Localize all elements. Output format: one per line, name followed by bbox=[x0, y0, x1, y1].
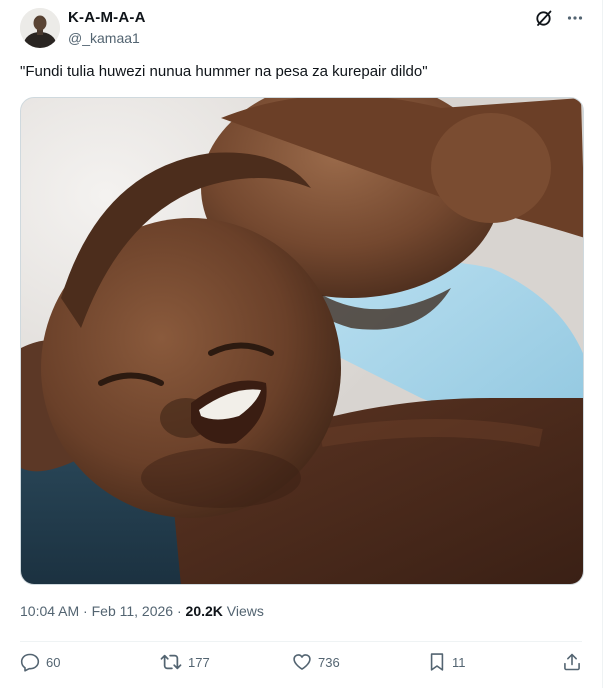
share-icon bbox=[564, 653, 580, 671]
reply-count: 60 bbox=[46, 654, 61, 670]
header-actions bbox=[534, 8, 584, 28]
meta-separator: · bbox=[176, 603, 182, 619]
divider bbox=[20, 641, 582, 642]
tweet-card: K-A-M-A-A @_kamaa1 "Fundi tulia huwezi n… bbox=[0, 0, 603, 688]
heart-icon bbox=[293, 654, 311, 670]
avatar-photo-icon bbox=[20, 8, 60, 48]
like-count: 736 bbox=[318, 654, 340, 670]
display-name[interactable]: K-A-M-A-A bbox=[68, 9, 146, 26]
repost-icon bbox=[160, 654, 182, 670]
tweet-header: K-A-M-A-A @_kamaa1 bbox=[20, 8, 584, 48]
grok-icon[interactable] bbox=[534, 8, 554, 28]
tweet-time[interactable]: 10:04 AM bbox=[20, 603, 79, 619]
views-count[interactable]: 20.2K bbox=[186, 603, 223, 619]
more-icon[interactable] bbox=[566, 9, 584, 27]
avatar[interactable] bbox=[20, 8, 60, 48]
tweet-meta: 10:04 AM · Feb 11, 2026 · 20.2K Views bbox=[20, 603, 264, 619]
bookmark-icon bbox=[430, 653, 444, 671]
tweet-actions: 60 177 736 11 bbox=[20, 652, 582, 678]
photo-two-men-embracing bbox=[21, 98, 583, 584]
meta-separator: · bbox=[83, 603, 88, 619]
reply-button[interactable]: 60 bbox=[20, 652, 60, 672]
reply-icon bbox=[20, 653, 40, 672]
tweet-photo[interactable] bbox=[20, 97, 584, 585]
bookmark-button[interactable]: 11 bbox=[428, 652, 466, 672]
share-button[interactable] bbox=[562, 652, 582, 672]
like-button[interactable]: 736 bbox=[292, 652, 340, 672]
tweet-date[interactable]: Feb 11, 2026 bbox=[92, 603, 173, 619]
tweet-text: "Fundi tulia huwezi nunua hummer na pesa… bbox=[20, 63, 428, 80]
bookmark-count: 11 bbox=[452, 654, 466, 670]
user-handle[interactable]: @_kamaa1 bbox=[68, 30, 140, 46]
views-label: Views bbox=[226, 603, 264, 619]
repost-button[interactable]: 177 bbox=[160, 652, 210, 672]
repost-count: 177 bbox=[188, 654, 210, 670]
